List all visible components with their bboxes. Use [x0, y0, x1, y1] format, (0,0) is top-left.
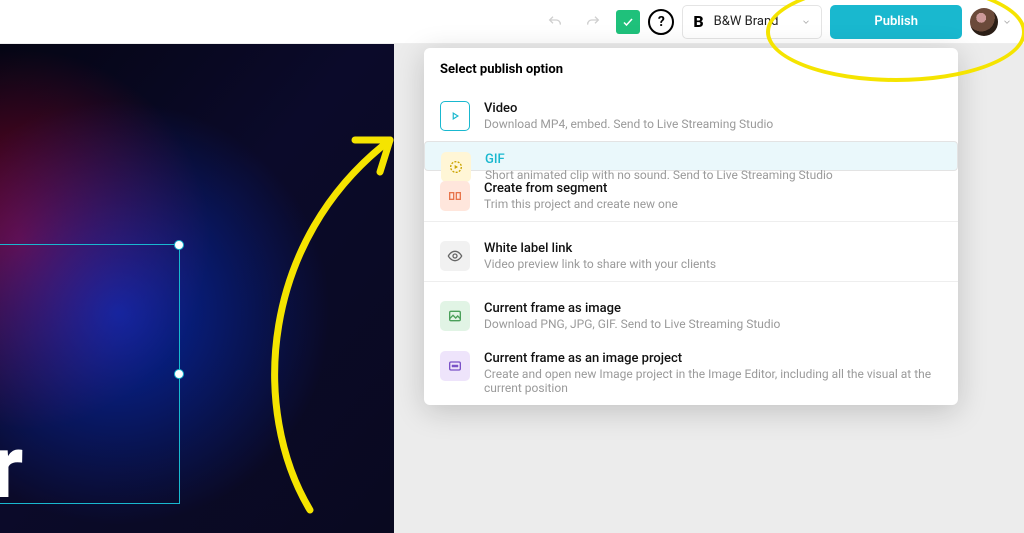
publish-option-frame-image[interactable]: Current frame as image Download PNG, JPG… — [424, 291, 958, 341]
option-title: Current frame as an image project — [484, 351, 942, 366]
option-title: GIF — [485, 152, 833, 167]
help-button[interactable]: ? — [648, 9, 674, 35]
option-desc: Create and open new Image project in the… — [484, 367, 942, 395]
publish-option-frame-project[interactable]: Current frame as an image project Create… — [424, 341, 958, 405]
brand-badge-icon: B — [693, 12, 703, 31]
segment-icon — [440, 181, 470, 211]
save-status-icon — [616, 10, 640, 34]
selection-frame[interactable] — [0, 244, 180, 504]
avatar — [970, 8, 998, 36]
resize-handle-right[interactable] — [174, 369, 184, 379]
option-title: White label link — [484, 241, 716, 256]
eye-icon — [440, 241, 470, 271]
canvas-text-line2[interactable]: ur — [0, 424, 22, 512]
account-menu[interactable] — [970, 8, 1012, 36]
undo-button[interactable] — [540, 7, 570, 37]
brand-label: B&W Brand — [714, 14, 779, 29]
project-icon — [440, 351, 470, 381]
brand-kit-selector[interactable]: B B&W Brand — [682, 5, 822, 39]
option-title: Current frame as image — [484, 301, 780, 316]
publish-option-whitelabel[interactable]: White label link Video preview link to s… — [424, 231, 958, 281]
top-header: ? B B&W Brand Publish — [0, 0, 1024, 44]
chevron-down-icon — [801, 17, 811, 27]
publish-button[interactable]: Publish — [830, 5, 962, 39]
gif-icon — [441, 152, 471, 182]
video-icon — [440, 101, 470, 131]
resize-handle-top-right[interactable] — [174, 240, 184, 250]
option-desc: Download MP4, embed. Send to Live Stream… — [484, 117, 773, 131]
option-desc: Video preview link to share with your cl… — [484, 257, 716, 271]
chevron-down-icon — [1002, 17, 1012, 27]
option-title: Create from segment — [484, 181, 678, 196]
publish-option-video[interactable]: Video Download MP4, embed. Send to Live … — [424, 91, 958, 141]
option-desc: Download PNG, JPG, GIF. Send to Live Str… — [484, 317, 780, 331]
option-desc: Short animated clip with no sound. Send … — [485, 168, 833, 182]
publish-dropdown: Select publish option Video Download MP4… — [424, 48, 958, 405]
publish-option-gif[interactable]: GIF Short animated clip with no sound. S… — [424, 141, 958, 171]
option-desc: Trim this project and create new one — [484, 197, 678, 211]
option-title: Video — [484, 101, 773, 116]
redo-button[interactable] — [578, 7, 608, 37]
video-canvas[interactable]: ate ur — [0, 44, 394, 533]
publish-dropdown-title: Select publish option — [424, 48, 958, 91]
image-icon — [440, 301, 470, 331]
